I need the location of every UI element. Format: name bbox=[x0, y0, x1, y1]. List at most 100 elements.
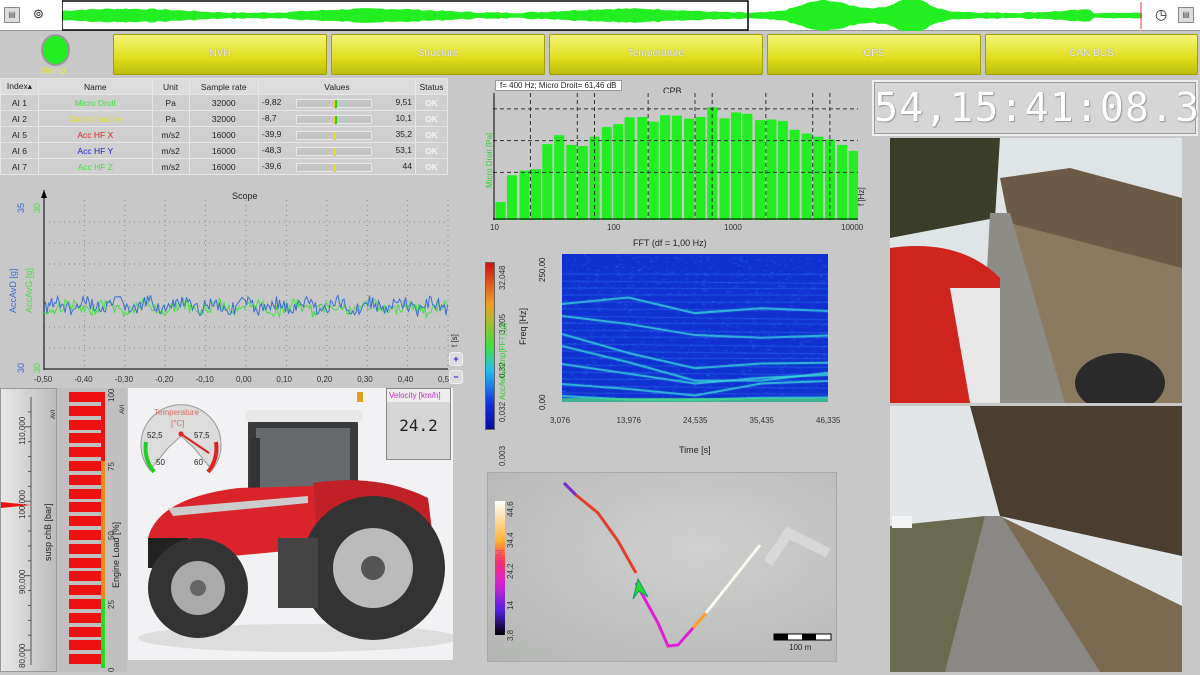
table-row[interactable]: AI 6 Acc HF Ym/s2 16000 -48,3 53,1 OK bbox=[0, 142, 448, 159]
col-sample-rate[interactable]: Sample rate bbox=[188, 78, 259, 95]
engine-load-segment bbox=[69, 392, 101, 402]
spectrogram-x-tick: 35,435 bbox=[749, 416, 774, 425]
tab-can-bus[interactable]: CAN BUS bbox=[985, 34, 1198, 75]
engine-tick: 100 bbox=[107, 388, 116, 402]
status-badge: OK bbox=[414, 94, 448, 111]
cell-values: -48,3 53,1 bbox=[257, 142, 416, 159]
engine-load-segment bbox=[69, 640, 101, 651]
cell-sample-rate: 32000 bbox=[188, 94, 259, 111]
timeline-waveform[interactable] bbox=[62, 0, 1147, 31]
cell-unit: Pa bbox=[151, 110, 190, 127]
engine-load-segment bbox=[69, 447, 101, 458]
engine-load-segment bbox=[69, 571, 101, 582]
col-index[interactable]: Index▴ bbox=[0, 78, 39, 95]
susp-tick: 110,000 bbox=[18, 416, 27, 445]
col-status[interactable]: Status bbox=[414, 78, 448, 95]
value-marker bbox=[333, 163, 337, 172]
engine-load-segment bbox=[69, 543, 101, 554]
table-row[interactable]: AI 5 Acc HF Xm/s2 16000 -39,9 35,2 OK bbox=[0, 126, 448, 143]
value-bar bbox=[295, 130, 372, 140]
value-bar bbox=[295, 98, 372, 108]
cell-name: Acc HF X bbox=[37, 126, 153, 143]
spectrogram-colorbar-label: AccAvG/Amp[FFT] [g] bbox=[498, 322, 507, 400]
tab-structure[interactable]: Structure bbox=[331, 34, 545, 75]
cpb-bar bbox=[719, 118, 730, 220]
scope-x-tick: -0,20 bbox=[155, 375, 174, 384]
susp-tick: 90,000 bbox=[18, 569, 27, 594]
cpb-bar bbox=[519, 170, 530, 220]
cpb-bar bbox=[660, 115, 671, 220]
scope-x-tick: -0,50 bbox=[34, 375, 53, 384]
engine-load-segment bbox=[69, 557, 101, 568]
zoom-in-button[interactable]: + bbox=[449, 352, 463, 366]
value-max: 35,2 bbox=[395, 129, 412, 140]
table-row[interactable]: AI 2 Micro Gauche Pa 32000 -8,7 10,1 OK bbox=[0, 110, 448, 127]
scope-x-tick: -0,10 bbox=[195, 375, 214, 384]
cpb-bar bbox=[684, 118, 695, 220]
table-row[interactable]: AI 7 Acc HF Zm/s2 16000 -39,6 44 OK bbox=[0, 158, 448, 175]
cell-name: Acc HF Z bbox=[37, 158, 153, 175]
scope-plot[interactable] bbox=[40, 190, 450, 370]
gps-map[interactable]: 44,6 34,4 24,2 14 3,8 Velocity [km/h] 100 m bbox=[487, 472, 837, 662]
cpb-bar bbox=[530, 169, 542, 220]
cpb-bar bbox=[766, 119, 777, 220]
gps-track bbox=[562, 481, 638, 574]
cpb-bar bbox=[801, 133, 812, 220]
value-marker bbox=[333, 131, 337, 140]
engine-load-segment bbox=[69, 516, 101, 527]
col-values[interactable]: Values bbox=[257, 78, 416, 95]
spectrogram-xlabel: Time [s] bbox=[679, 445, 711, 455]
spectrogram-panel: 32,048 3,205 0,32 0,032 0,003 AccAvG/Amp[FFT… bbox=[482, 250, 852, 466]
cell-index: AI 2 bbox=[0, 110, 39, 127]
temperature-title: Temperature bbox=[154, 408, 199, 417]
cell-sample-rate: 16000 bbox=[188, 126, 259, 143]
channel-table: Index▴ Name Unit Sample rate Values Stat… bbox=[0, 78, 448, 182]
engine-tick: 75 bbox=[107, 462, 116, 471]
map-scale-label: 100 m bbox=[789, 643, 812, 652]
engine-load-segment bbox=[69, 654, 101, 665]
cpb-panel: f= 400 Hz; Micro Droit= 61,46 dB CPB Mic… bbox=[485, 78, 870, 250]
lock-icon[interactable]: ⊚ bbox=[33, 6, 44, 22]
cell-name: Micro Gauche bbox=[37, 110, 153, 127]
cpb-x-tick: 100 bbox=[607, 223, 621, 232]
value-bar bbox=[295, 114, 372, 124]
engine-load-segment bbox=[69, 405, 101, 416]
velocity-colorbar-tick: 44,6 bbox=[506, 501, 515, 517]
tab-gps[interactable]: GPS bbox=[767, 34, 981, 75]
cpb-x-tick: 10000 bbox=[841, 223, 864, 232]
zoom-out-button[interactable]: − bbox=[449, 370, 463, 384]
cpb-bar bbox=[566, 144, 577, 220]
cpb-plot[interactable] bbox=[493, 93, 858, 220]
engine-load-segment bbox=[69, 502, 101, 513]
velocity-colorbar-tick: 24,2 bbox=[506, 563, 515, 579]
scope-x-tick: 0,00 bbox=[236, 375, 252, 384]
tab-temperature[interactable]: Temperature bbox=[549, 34, 763, 75]
engine-load-segment bbox=[69, 612, 101, 623]
col-unit[interactable]: Unit bbox=[151, 78, 190, 95]
spectrogram-plot[interactable] bbox=[562, 254, 828, 402]
engine-load-segment bbox=[69, 585, 101, 596]
temp-tick-60: 60 bbox=[194, 458, 203, 467]
cell-sample-rate: 32000 bbox=[188, 110, 259, 127]
cpb-bar bbox=[542, 144, 553, 220]
layout-icon[interactable]: ▤ bbox=[1178, 7, 1194, 23]
clock-icon[interactable]: ◷ bbox=[1155, 6, 1167, 23]
engine-zone-mid bbox=[101, 461, 105, 599]
scope-x-tick: 0,40 bbox=[397, 375, 414, 384]
value-max: 9,51 bbox=[395, 97, 412, 108]
tractor-panel: Temperature [°C] 52,5 57,5 50 60 Velocit… bbox=[128, 388, 453, 660]
cpb-x-tick: 10 bbox=[490, 223, 499, 232]
layout-icon[interactable]: ▤ bbox=[4, 7, 20, 23]
engine-load-segment bbox=[69, 461, 101, 471]
scope-x-tick: 0,20 bbox=[316, 375, 333, 384]
table-row[interactable]: AI 1 Micro Droit Pa 32000 -9,82 9,51 OK bbox=[0, 94, 448, 111]
value-marker bbox=[335, 99, 338, 108]
col-name[interactable]: Name bbox=[37, 78, 153, 95]
cell-sample-rate: 16000 bbox=[188, 158, 259, 175]
cpb-bar bbox=[637, 116, 648, 220]
temperature-unit: [°C] bbox=[171, 419, 185, 428]
cell-index: AI 5 bbox=[0, 126, 39, 143]
tab-nvh[interactable]: NVH bbox=[113, 34, 327, 75]
spectrogram-colorbar bbox=[485, 262, 495, 430]
cpb-bar bbox=[813, 136, 824, 220]
